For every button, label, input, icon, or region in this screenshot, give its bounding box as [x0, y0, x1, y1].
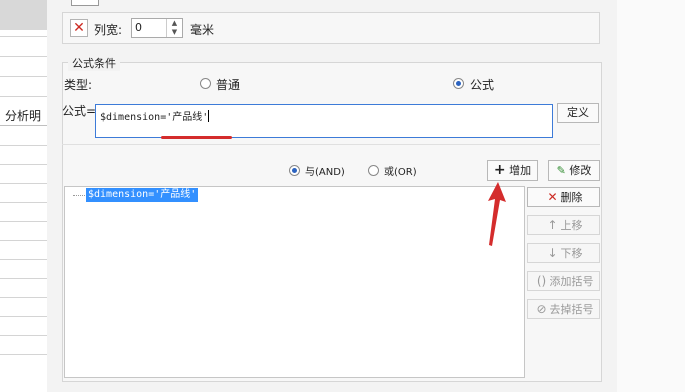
grid-line	[0, 297, 47, 298]
grid-line	[0, 240, 47, 241]
grid-line	[0, 96, 47, 97]
separator	[62, 144, 600, 145]
column-width-value[interactable]: 0	[135, 21, 142, 34]
grid-line	[0, 164, 47, 165]
tree-connector	[73, 195, 87, 197]
and-radio[interactable]	[289, 165, 300, 176]
column-header-cell[interactable]: 分析明	[0, 107, 47, 126]
sheet-toolbar-area	[0, 0, 47, 30]
column-width-spinner[interactable]: 0 ▲ ▼	[131, 18, 183, 38]
add-button-label: 增加	[509, 164, 532, 177]
plus-icon: +	[493, 162, 506, 178]
formula-value[interactable]: $dimension='产品线'	[100, 112, 208, 123]
arrow-up-icon: ↑	[547, 218, 558, 232]
grid-line	[0, 335, 47, 336]
spin-down-icon[interactable]: ▼	[167, 28, 182, 37]
grid-line	[0, 56, 47, 57]
remove-bracket-label: 去掉括号	[549, 303, 594, 316]
type-normal-radio[interactable]	[200, 78, 211, 89]
move-down-button[interactable]: ↓ 下移	[527, 243, 600, 263]
grid-line	[0, 259, 47, 260]
add-bracket-button[interactable]: () 添加括号	[527, 271, 600, 291]
and-label[interactable]: 与(AND)	[305, 163, 345, 178]
delete-button[interactable]: ✕ 删除	[527, 187, 600, 207]
formula-label: 公式=	[62, 104, 97, 118]
text-caret	[208, 110, 210, 122]
modify-button-label: 修改	[569, 164, 592, 177]
delete-label: 删除	[560, 191, 583, 204]
type-formula-radio[interactable]	[453, 78, 464, 89]
red-arrow-shape	[488, 182, 506, 246]
type-label: 类型:	[64, 78, 93, 92]
move-down-label: 下移	[560, 247, 583, 260]
arrow-down-icon: ↓	[547, 246, 558, 260]
grid-line	[0, 145, 47, 146]
add-button[interactable]: + 增加	[487, 160, 538, 181]
modify-icon: ✎	[556, 164, 566, 177]
red-underline-annotation	[161, 136, 232, 139]
define-button[interactable]: 定义	[557, 103, 599, 123]
grid-line	[0, 278, 47, 279]
grid-line	[0, 76, 47, 77]
grid-line	[0, 183, 47, 184]
type-formula-label[interactable]: 公式	[470, 76, 494, 93]
grid-line	[0, 36, 47, 37]
column-width-label: 列宽:	[94, 23, 123, 37]
column-width-unit: 毫米	[190, 23, 215, 37]
or-radio[interactable]	[368, 165, 379, 176]
condition-list[interactable]: $dimension='产品线'	[64, 186, 525, 378]
or-label[interactable]: 或(OR)	[384, 163, 417, 178]
grid-line	[0, 354, 47, 355]
move-up-label: 上移	[560, 219, 583, 232]
grid-line	[0, 202, 47, 203]
condition-item[interactable]: $dimension='产品线'	[86, 188, 199, 202]
move-up-button[interactable]: ↑ 上移	[527, 215, 600, 235]
formula-input[interactable]: $dimension='产品线'	[95, 104, 553, 138]
spinner-arrows[interactable]: ▲ ▼	[166, 19, 182, 37]
group-title: 公式条件	[68, 55, 120, 71]
add-bracket-icon: ()	[536, 274, 547, 288]
add-bracket-label: 添加括号	[549, 275, 594, 288]
dialog-right-margin	[617, 0, 685, 392]
delete-x-icon: ✕	[547, 190, 558, 204]
spreadsheet-background: 分析明	[0, 0, 48, 392]
x-mark-icon: ✕	[73, 20, 85, 36]
spin-up-icon[interactable]: ▲	[167, 19, 182, 28]
grid-line	[0, 316, 47, 317]
red-arrow-annotation	[488, 182, 506, 246]
modify-button[interactable]: ✎ 修改	[548, 160, 600, 181]
column-width-checkbox[interactable]: ✕	[70, 19, 88, 37]
type-normal-label[interactable]: 普通	[216, 76, 240, 93]
top-partial-button[interactable]	[71, 0, 99, 6]
remove-bracket-icon: ⊘	[536, 302, 547, 316]
grid-line	[0, 221, 47, 222]
remove-bracket-button[interactable]: ⊘ 去掉括号	[527, 299, 600, 319]
formula-input-text[interactable]: $dimension='产品线'	[100, 108, 210, 123]
